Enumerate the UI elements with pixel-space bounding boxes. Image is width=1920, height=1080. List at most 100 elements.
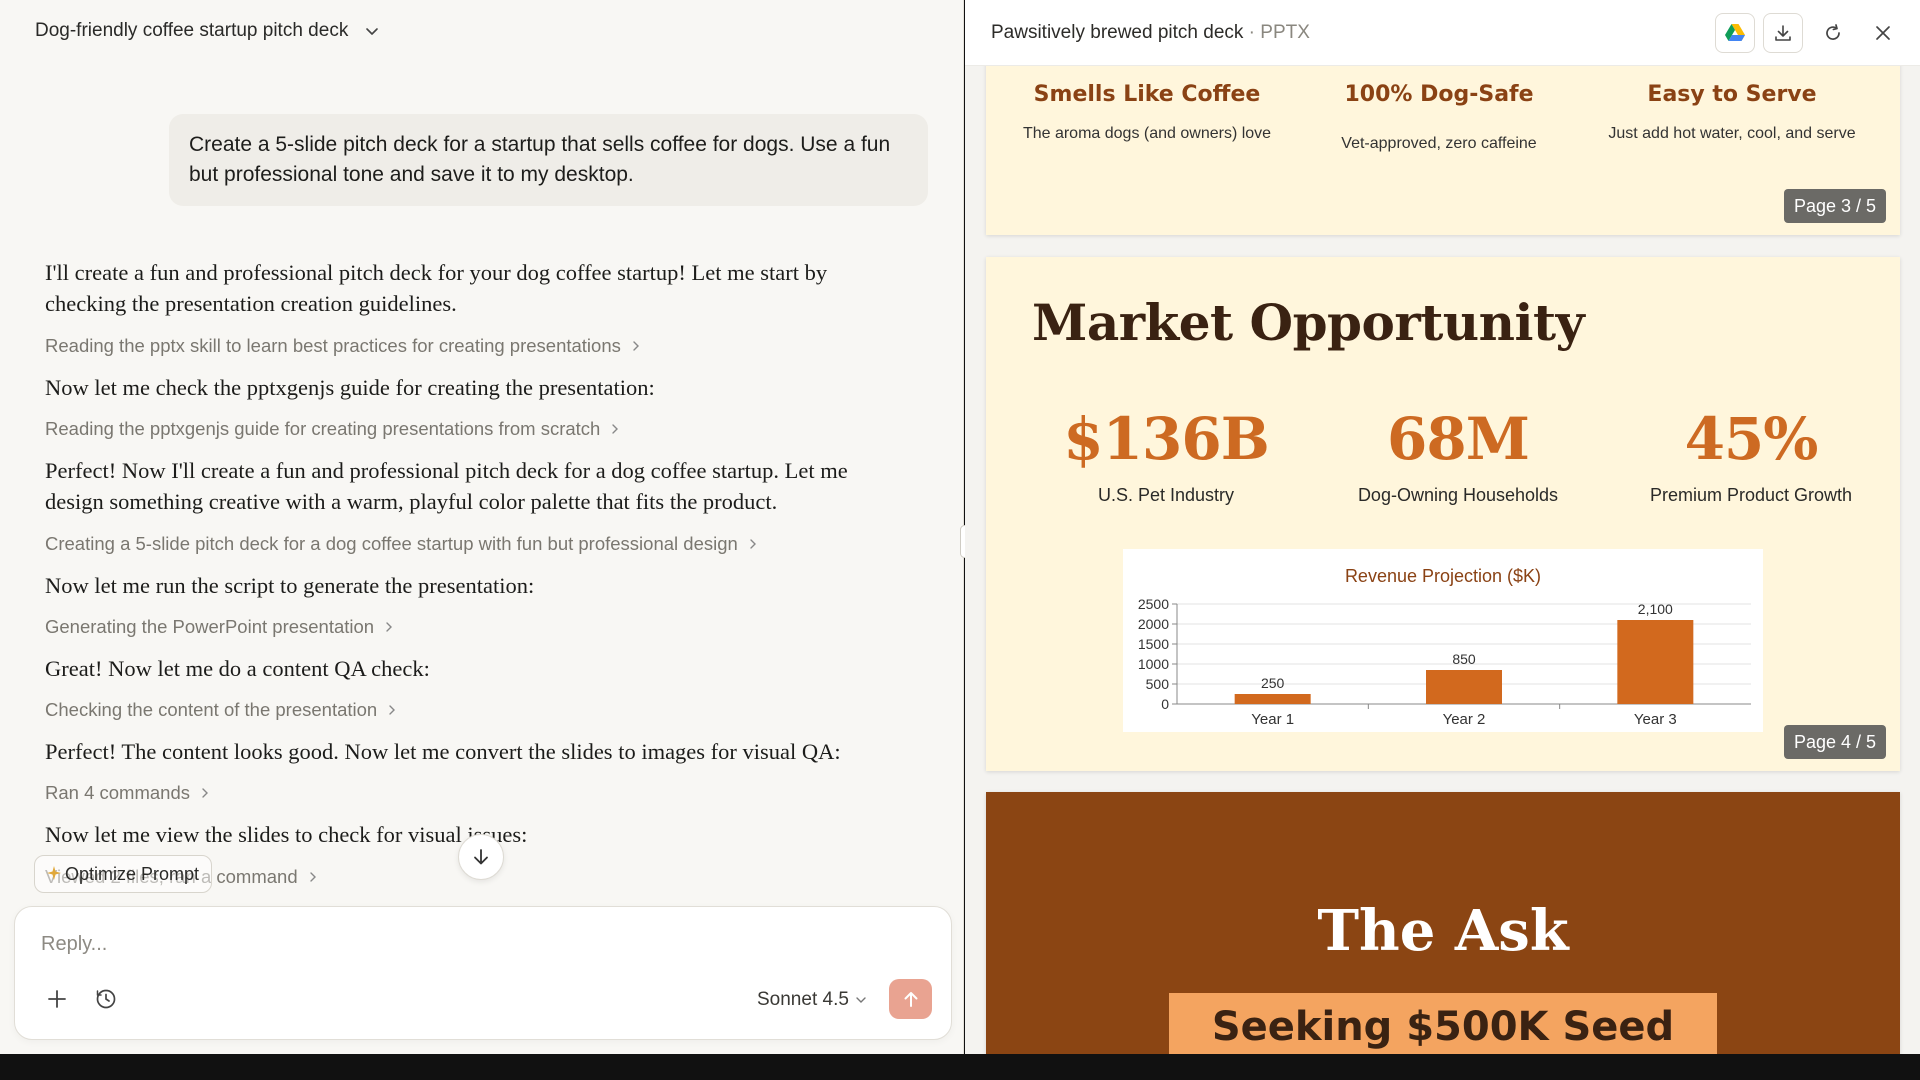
google-drive-icon: [1725, 24, 1745, 41]
revenue-chart: Revenue Projection ($K) 0 500 1000 1500 2000 2…: [1123, 549, 1763, 732]
close-icon: [1876, 26, 1890, 40]
feature-description: Vet-approved, zero caffeine: [1341, 135, 1537, 152]
optimize-prompt-label: Optimize Prompt: [65, 863, 200, 884]
conversation-title[interactable]: Dog-friendly coffee startup pitch deck: [35, 20, 348, 42]
tool-step[interactable]: Creating a 5-slide pitch deck for a dog …: [45, 533, 758, 555]
assistant-message: Perfect! Now I'll create a fun and profe…: [45, 458, 848, 514]
bar: [1234, 694, 1311, 704]
tool-step-label: Reading the pptxgenjs guide for creating…: [45, 418, 601, 439]
tool-step[interactable]: Reading the pptx skill to learn best pra…: [45, 335, 641, 357]
chevron-right-icon: [386, 622, 393, 632]
refresh-button[interactable]: [1813, 13, 1853, 53]
optimize-prompt-button[interactable]: Optimize Prompt: [34, 855, 213, 893]
ask-box: Seeking $500K Seed Round: [1169, 993, 1717, 1054]
user-message: Create a 5-slide pitch deck for a startu…: [169, 114, 928, 206]
arrow-up-icon: [904, 992, 917, 1007]
tool-step-label: Ran 4 commands: [45, 782, 190, 803]
x-tick-label: Year 1: [1251, 711, 1294, 728]
tool-step-label: Checking the content of the presentation: [45, 699, 378, 720]
feature-title: Easy to Serve: [1647, 82, 1817, 107]
title-separator: ·: [1243, 22, 1261, 43]
bottom-bar: [0, 1054, 1920, 1080]
slide-4: Market Opportunity $136B U.S. Pet Indust…: [986, 257, 1900, 771]
x-tick-label: Year 3: [1634, 711, 1677, 728]
chevron-down-icon[interactable]: [364, 23, 380, 39]
chevron-right-icon: [612, 424, 619, 434]
stat-block: 45% Premium Product Growth: [1601, 405, 1901, 506]
chevron-right-icon: [389, 705, 396, 715]
close-button[interactable]: [1863, 13, 1903, 53]
document-type: PPTX: [1260, 22, 1310, 43]
x-tick-label: Year 2: [1443, 711, 1486, 728]
slide-title: Market Opportunity: [1032, 293, 1585, 352]
preview-panel: Smells Like Coffee The aroma dogs (and o…: [965, 0, 1920, 1054]
chart-title: Revenue Projection ($K): [1345, 566, 1541, 586]
refresh-icon: [1826, 24, 1840, 40]
tool-step-label: Reading the pptx skill to learn best pra…: [45, 335, 621, 356]
data-label: 250: [1261, 675, 1285, 691]
chevron-right-icon: [309, 872, 316, 882]
chat-header: Dog-friendly coffee startup pitch deck: [0, 0, 963, 62]
history-icon[interactable]: [94, 987, 118, 1011]
reply-input[interactable]: [41, 933, 741, 956]
feature-title: Smells Like Coffee: [1033, 82, 1261, 107]
feature-card: Smells Like Coffee The aroma dogs (and o…: [1017, 82, 1277, 144]
feature-card: Easy to Serve Just add hot water, cool, …: [1602, 82, 1862, 144]
chevron-right-icon: [633, 341, 639, 351]
y-tick-label: 1500: [1138, 636, 1169, 652]
assistant-message: Great! Now let me do a content QA check:: [45, 656, 430, 681]
chevron-right-icon: [202, 788, 208, 798]
tool-step-label: Creating a 5-slide pitch deck for a dog …: [45, 533, 738, 554]
send-button[interactable]: [889, 979, 932, 1019]
chevron-right-icon: [750, 539, 756, 549]
stat-value: 68M: [1387, 405, 1530, 473]
data-label: 2,100: [1638, 601, 1673, 617]
slide-5: The Ask Seeking $500K Seed Round: [986, 792, 1900, 1054]
page-indicator: Page 4 / 5: [1784, 725, 1887, 759]
stat-label: Dog-Owning Households: [1357, 485, 1559, 505]
document-name: Pawsitively brewed pitch deck: [991, 22, 1244, 43]
save-to-drive-button[interactable]: [1715, 13, 1755, 53]
composer: Sonnet 4.5: [14, 906, 952, 1040]
stat-value: 45%: [1684, 405, 1819, 473]
model-label: Sonnet 4.5: [757, 989, 849, 1010]
preview-header: Pawsitively brewed pitch deck · PPTX: [965, 0, 1920, 66]
chart-svg: Revenue Projection ($K) 0 500 1000 1500 2000 2…: [1138, 566, 1751, 728]
y-tick-label: 0: [1161, 696, 1169, 712]
data-label: 850: [1452, 651, 1476, 667]
tool-step-label: Generating the PowerPoint presentation: [45, 616, 375, 637]
scroll-to-bottom-button[interactable]: [458, 834, 504, 880]
stat-value: $136B: [1063, 405, 1269, 473]
document-title: Pawsitively brewed pitch deck · PPTX: [991, 22, 1310, 44]
y-tick-label: 1000: [1138, 656, 1169, 672]
assistant-message: Perfect! The content looks good. Now let…: [45, 739, 841, 764]
bar: [1617, 620, 1694, 704]
feature-description: Just add hot water, cool, and serve: [1608, 125, 1856, 142]
feature-description: The aroma dogs (and owners) love: [1022, 125, 1272, 142]
chat-panel: Dog-friendly coffee startup pitch deck C…: [0, 0, 964, 1054]
tool-step[interactable]: Generating the PowerPoint presentation: [45, 616, 394, 638]
y-tick-label: 500: [1146, 676, 1170, 692]
assistant-message: Now let me run the script to generate th…: [45, 573, 535, 598]
stat-block: $136B U.S. Pet Industry: [1016, 405, 1316, 506]
feature-card: 100% Dog-Safe Vet-approved, zero caffein…: [1309, 82, 1569, 154]
sparkle-icon: [47, 866, 61, 880]
model-selector[interactable]: Sonnet 4.5: [757, 989, 867, 1011]
download-icon: [1775, 25, 1791, 41]
y-tick-label: 2000: [1138, 616, 1169, 632]
arrow-down-icon: [474, 849, 488, 865]
download-button[interactable]: [1763, 13, 1803, 53]
slide-title: The Ask: [1317, 898, 1569, 964]
plus-icon[interactable]: [45, 987, 69, 1011]
bar: [1426, 670, 1502, 704]
stat-label: U.S. Pet Industry: [1097, 485, 1235, 505]
tool-step[interactable]: Checking the content of the presentation: [45, 699, 397, 721]
page-indicator: Page 3 / 5: [1784, 189, 1887, 223]
stat-block: 68M Dog-Owning Households: [1308, 405, 1608, 506]
tool-step[interactable]: Ran 4 commands: [45, 782, 210, 804]
stat-label: Premium Product Growth: [1649, 485, 1853, 505]
slide-3: Smells Like Coffee The aroma dogs (and o…: [986, 52, 1900, 235]
chevron-down-icon: [856, 997, 866, 1003]
y-tick-label: 2500: [1138, 596, 1169, 612]
tool-step[interactable]: Reading the pptxgenjs guide for creating…: [45, 418, 620, 440]
